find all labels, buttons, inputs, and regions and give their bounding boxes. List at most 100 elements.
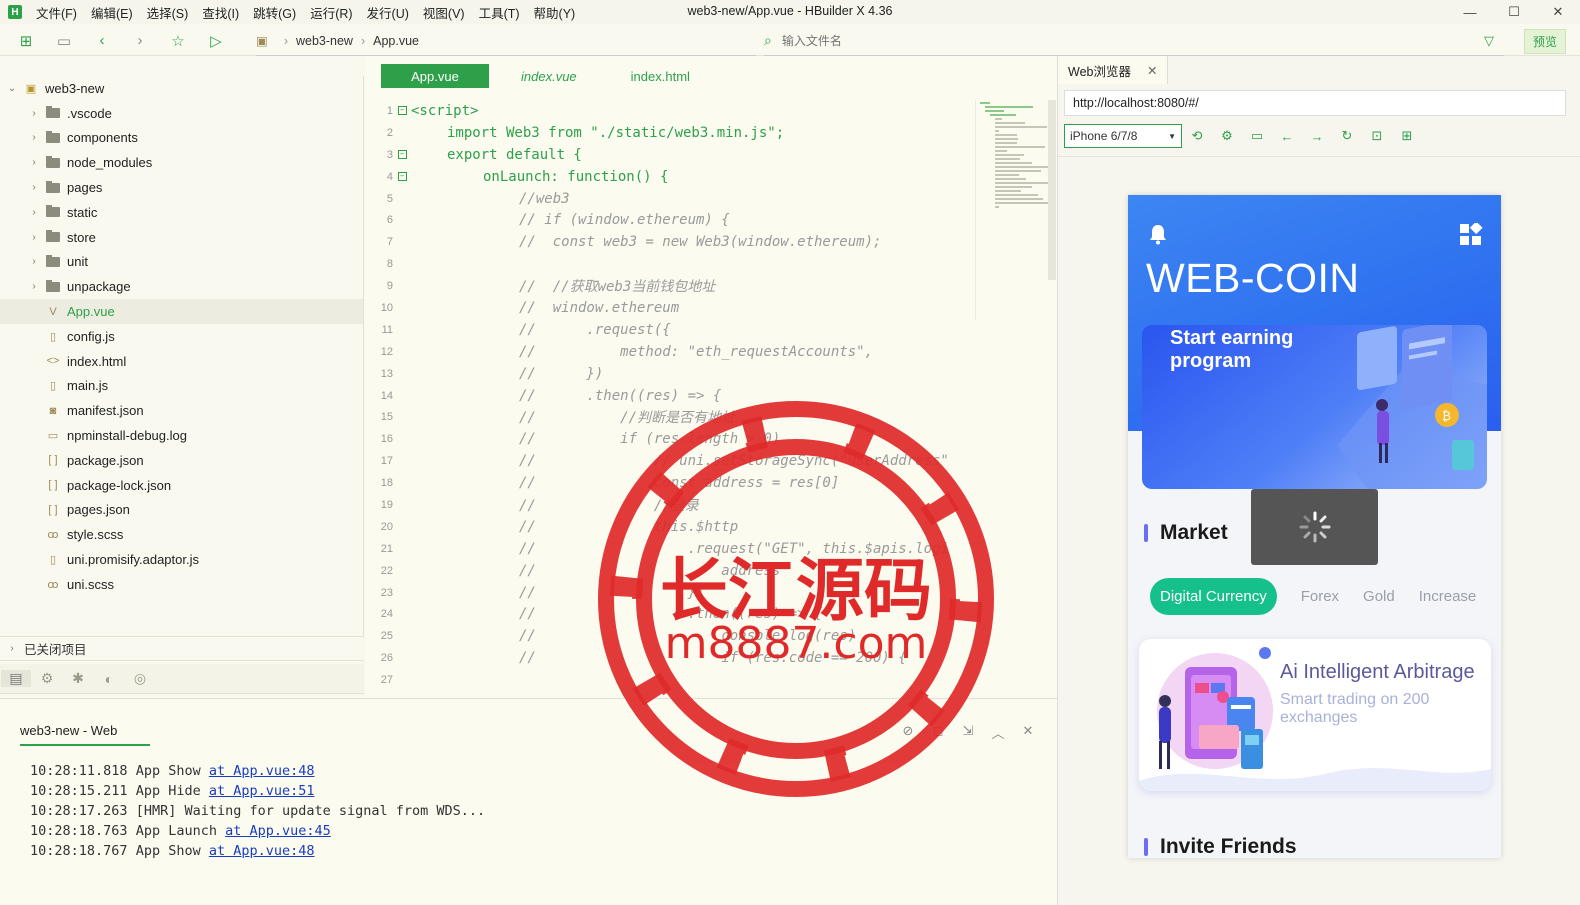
chevron-up-icon[interactable]: ︿ [983,723,1013,742]
console-tab[interactable]: web3-new - Web [20,723,150,746]
collapse-icon[interactable]: − [397,172,407,182]
sidebar-item-store[interactable]: › store [0,225,363,250]
sidebar-item-style-scss[interactable]: ꝏ style.scss [0,522,363,547]
breadcrumb-file[interactable]: App.vue [373,34,419,48]
lock-icon[interactable]: ⊡ [1362,128,1392,144]
sidebar-item-app-vue[interactable]: V App.vue [0,299,363,324]
tab-app-vue[interactable]: App.vue [381,64,489,88]
forward-arrow-icon[interactable]: → [1302,129,1332,144]
breadcrumb-project[interactable]: web3-new [296,34,353,48]
export-icon[interactable]: ⇲ [953,723,983,742]
debug-icon[interactable]: ⚙ [32,670,62,687]
bug-icon[interactable]: ✱ [63,670,93,687]
url-field[interactable]: http://localhost:8080/#/ [1064,90,1566,116]
sidebar-item-index-html[interactable]: <> index.html [0,349,363,374]
fold-toggle[interactable]: − [393,106,411,116]
code-line[interactable]: 17 // // uni.setStorageSync("userAddress" [365,450,971,472]
code-minimap[interactable] [975,100,1051,320]
code-line[interactable]: 18 // const address = res[0] [365,472,971,494]
explorer-icon[interactable]: ▤ [1,670,31,687]
code-line[interactable]: 20 // this.$http [365,516,971,538]
qrcode-icon[interactable]: ⊞ [1392,128,1422,144]
promo-banner[interactable]: Start earning program ₿ [1142,325,1487,489]
tab-digital-currency[interactable]: Digital Currency [1150,578,1277,615]
code-line[interactable]: 23 // }) [365,582,971,604]
code-line[interactable]: 27 [365,669,971,691]
chevron-right-icon[interactable]: › [28,281,40,292]
star-icon[interactable]: ☆ [166,29,190,53]
tab-index-html[interactable]: index.html [609,64,712,88]
code-line[interactable]: 12 // method: "eth_requestAccounts", [365,341,971,363]
menu-view[interactable]: 视图(V) [423,3,465,22]
menu-edit[interactable]: 编辑(E) [91,3,133,22]
code-line[interactable]: 21 // .request("GET", this.$apis.logi [365,538,971,560]
code-line[interactable]: 3− export default { [365,144,971,166]
code-line[interactable]: 5 //web3 [365,188,971,210]
menu-find[interactable]: 查找(I) [202,3,239,22]
fold-toggle[interactable]: − [393,172,411,182]
bell-icon[interactable] [1148,223,1168,245]
sidebar-item-static[interactable]: › static [0,200,363,225]
phone-screen[interactable]: WEB-COIN Start earning program ₿ Market … [1128,195,1501,858]
code-line[interactable]: 13 // }) [365,363,971,385]
back-icon[interactable]: ‹ [90,29,114,53]
sidebar-item-components[interactable]: › components [0,126,363,151]
editor-scrollbar[interactable] [1048,100,1056,280]
project-root[interactable]: ⌄ ▣ web3-new [0,76,363,101]
close-tab-icon[interactable]: ✕ [1147,63,1157,78]
fold-toggle[interactable]: − [393,150,411,160]
clear-console-icon[interactable]: ⊘ [893,723,923,742]
code-line[interactable]: 1− <script> [365,100,971,122]
device-select[interactable]: iPhone 6/7/8 ▼ [1064,124,1182,148]
code-line[interactable]: 26 // if (res.code == 200) { [365,647,971,669]
settings-icon[interactable]: ⚙ [1212,128,1242,144]
tab-increase[interactable]: Increase [1419,588,1477,605]
run-icon[interactable]: ▷ [204,29,228,53]
new-file-icon[interactable]: ⊞ [14,29,38,53]
code-line[interactable]: 9 // //获取web3当前钱包地址 [365,275,971,297]
code-line[interactable]: 14 // .then((res) => { [365,385,971,407]
forward-icon[interactable]: › [128,29,152,53]
code-line[interactable]: 6 // if (window.ethereum) { [365,209,971,231]
code-area[interactable]: 1− <script> 2 import Web3 from "./static/we… [365,100,971,691]
menu-tools[interactable]: 工具(T) [479,3,520,22]
menu-goto[interactable]: 跳转(G) [253,3,296,22]
sidebar-item-config-js[interactable]: ▯ config.js [0,324,363,349]
back-arrow-icon[interactable]: ← [1272,129,1302,144]
log-source-link[interactable]: at App.vue:48 [209,843,315,859]
filter-icon[interactable]: ▽ [1484,33,1494,49]
chevron-right-icon[interactable]: › [28,207,40,218]
cloud-icon[interactable]: ◎ [125,670,155,687]
menu-file[interactable]: 文件(F) [36,3,77,22]
chevron-right-icon[interactable]: › [28,108,40,119]
sidebar-item-main-js[interactable]: ▯ main.js [0,374,363,399]
log-source-link[interactable]: at App.vue:48 [209,763,315,779]
code-line[interactable]: 16 // if (res.length > 0) [365,428,971,450]
sidebar-item-package-json[interactable]: [ ] package.json [0,448,363,473]
sidebar-item-manifest-json[interactable]: ◙ manifest.json [0,398,363,423]
git-icon[interactable]: ◐ [94,671,124,687]
sidebar-item-pages-json[interactable]: [ ] pages.json [0,498,363,523]
menu-select[interactable]: 选择(S) [147,3,189,22]
menu-run[interactable]: 运行(R) [310,3,352,22]
sidebar-item-node-modules[interactable]: › node_modules [0,150,363,175]
close-panel-icon[interactable]: ✕ [1013,723,1043,742]
code-line[interactable]: 10 // window.ethereum [365,297,971,319]
tab-gold[interactable]: Gold [1363,588,1395,605]
code-line[interactable]: 4− onLaunch: function() { [365,166,971,188]
tab-index-vue[interactable]: index.vue [499,64,599,88]
sidebar-item-unpackage[interactable]: › unpackage [0,274,363,299]
preview-button[interactable]: 预览 [1523,29,1566,54]
file-search-input[interactable] [781,33,1382,48]
chevron-right-icon[interactable]: › [28,182,40,193]
code-line[interactable]: 22 // address [365,560,971,582]
log-source-link[interactable]: at App.vue:51 [209,783,315,799]
chevron-right-icon[interactable]: › [28,157,40,168]
grid-menu-icon[interactable] [1459,223,1483,247]
code-line[interactable]: 24 // .then((res) => { [365,603,971,625]
stop-icon[interactable]: ◻ [923,723,953,742]
browser-tab[interactable]: Web浏览器 ✕ [1058,56,1168,84]
code-line[interactable]: 25 // console.log(res) [365,625,971,647]
close-window-button[interactable]: ✕ [1536,0,1580,24]
code-line[interactable]: 8 [365,253,971,275]
